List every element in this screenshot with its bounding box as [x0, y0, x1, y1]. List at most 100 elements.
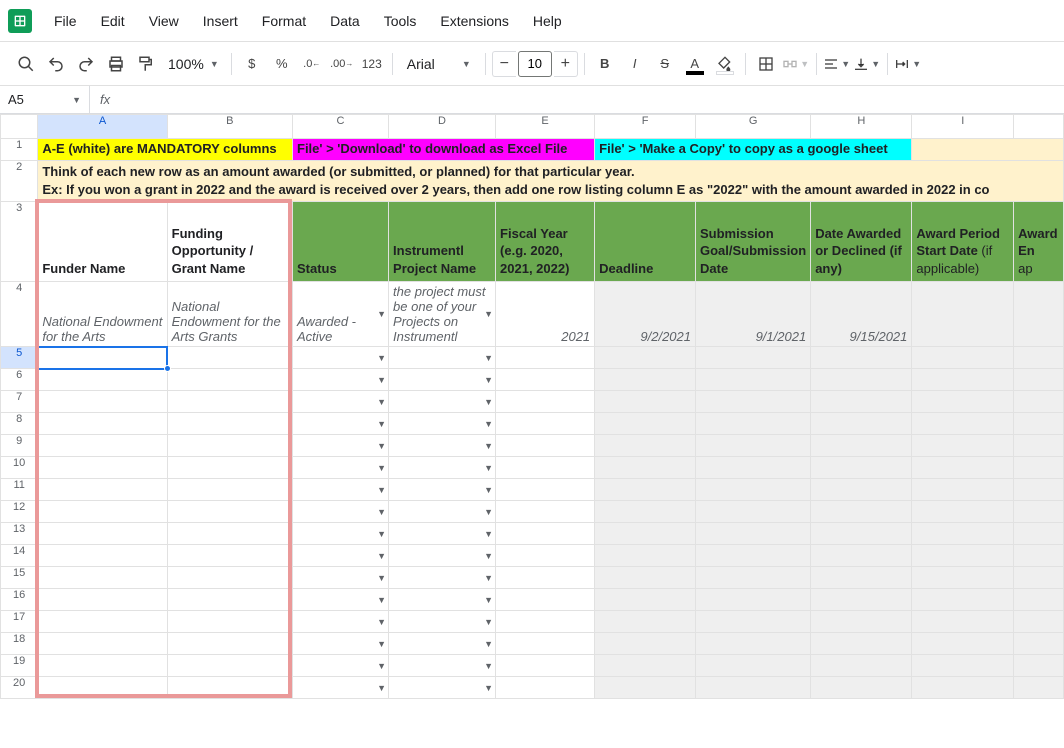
cell[interactable] — [38, 435, 167, 457]
menu-data[interactable]: Data — [320, 7, 370, 35]
cell[interactable] — [696, 479, 811, 501]
dropdown-icon[interactable]: ▼ — [484, 529, 493, 539]
wrap-button[interactable]: ▼ — [894, 50, 922, 78]
cell[interactable] — [595, 633, 696, 655]
cell[interactable] — [811, 655, 912, 677]
cell[interactable]: ▼ — [389, 611, 496, 633]
col-header-E[interactable]: E — [496, 115, 595, 139]
header-funder-name[interactable]: Funder Name — [38, 202, 167, 282]
cell[interactable] — [38, 611, 167, 633]
cell[interactable]: ▼ — [389, 479, 496, 501]
cell[interactable] — [38, 413, 167, 435]
cell[interactable] — [496, 655, 595, 677]
cell[interactable] — [595, 589, 696, 611]
cell[interactable] — [811, 589, 912, 611]
cell[interactable] — [696, 347, 811, 369]
cell[interactable] — [811, 567, 912, 589]
cell[interactable] — [811, 369, 912, 391]
cell[interactable] — [167, 501, 292, 523]
dropdown-icon[interactable]: ▼ — [377, 463, 386, 473]
cell[interactable] — [912, 501, 1014, 523]
cell[interactable] — [912, 391, 1014, 413]
font-size-input[interactable] — [518, 51, 552, 77]
sheets-logo-icon[interactable] — [8, 9, 32, 33]
cell[interactable] — [595, 479, 696, 501]
dropdown-icon[interactable]: ▼ — [484, 485, 493, 495]
cell[interactable] — [696, 677, 811, 699]
header-date-awarded[interactable]: Date Awarded or Declined (if any) — [811, 202, 912, 282]
cell[interactable] — [38, 479, 167, 501]
dropdown-icon[interactable]: ▼ — [484, 441, 493, 451]
header-submission[interactable]: Submission Goal/Submission Date — [696, 202, 811, 282]
dropdown-icon[interactable]: ▼ — [377, 507, 386, 517]
print-icon[interactable] — [102, 50, 130, 78]
cell[interactable] — [912, 545, 1014, 567]
cell[interactable] — [1014, 501, 1064, 523]
menu-insert[interactable]: Insert — [193, 7, 248, 35]
cell[interactable] — [696, 655, 811, 677]
cell[interactable] — [912, 139, 1064, 161]
cell[interactable]: ▼ — [293, 347, 389, 369]
cell[interactable] — [38, 589, 167, 611]
col-header-A[interactable]: A — [38, 115, 167, 139]
merge-button[interactable]: ▼ — [782, 50, 810, 78]
cell[interactable]: ▼ — [389, 655, 496, 677]
cell[interactable] — [496, 501, 595, 523]
cell-fill-handle[interactable] — [164, 365, 171, 372]
dropdown-icon[interactable]: ▼ — [484, 507, 493, 517]
cell[interactable] — [1014, 633, 1064, 655]
header-deadline[interactable]: Deadline — [595, 202, 696, 282]
cell[interactable] — [696, 633, 811, 655]
row-header-7[interactable]: 7 — [1, 391, 38, 413]
cell[interactable]: ▼ — [293, 567, 389, 589]
row-header-1[interactable]: 1 — [1, 139, 38, 161]
cell[interactable] — [696, 567, 811, 589]
cell[interactable] — [595, 501, 696, 523]
cell[interactable] — [496, 567, 595, 589]
cell[interactable] — [912, 523, 1014, 545]
cell[interactable]: ▼ — [389, 567, 496, 589]
cell[interactable] — [811, 479, 912, 501]
cell[interactable] — [595, 413, 696, 435]
cell[interactable] — [1014, 677, 1064, 699]
cell-I4[interactable] — [912, 282, 1014, 347]
cell[interactable] — [595, 369, 696, 391]
cell[interactable]: ▼ — [293, 369, 389, 391]
cell[interactable] — [811, 391, 912, 413]
cell[interactable] — [811, 501, 912, 523]
cell[interactable] — [912, 347, 1014, 369]
cell-J4[interactable] — [1014, 282, 1064, 347]
text-color-button[interactable]: A — [681, 50, 709, 78]
dropdown-icon[interactable]: ▼ — [484, 551, 493, 561]
cell[interactable] — [38, 655, 167, 677]
col-header-D[interactable]: D — [389, 115, 496, 139]
cell[interactable]: ▼ — [293, 457, 389, 479]
dropdown-icon[interactable]: ▼ — [377, 551, 386, 561]
header-grant-name[interactable]: Funding Opportunity / Grant Name — [167, 202, 292, 282]
cell[interactable] — [811, 611, 912, 633]
cell-C4[interactable]: Awarded - Active▼ — [293, 282, 389, 347]
cell[interactable]: ▼ — [293, 545, 389, 567]
cell[interactable] — [167, 391, 292, 413]
borders-button[interactable] — [752, 50, 780, 78]
cell[interactable] — [167, 523, 292, 545]
row-header-19[interactable]: 19 — [1, 655, 38, 677]
cell[interactable] — [696, 435, 811, 457]
cell[interactable]: ▼ — [293, 413, 389, 435]
cell-G4[interactable]: 9/1/2021 — [696, 282, 811, 347]
cell[interactable] — [167, 457, 292, 479]
align-button[interactable]: ▼ — [823, 50, 851, 78]
col-header-H[interactable]: H — [811, 115, 912, 139]
row-header-5[interactable]: 5 — [1, 347, 38, 369]
dropdown-icon[interactable]: ▼ — [377, 683, 386, 693]
header-award-end[interactable]: Award Enap — [1014, 202, 1064, 282]
cell[interactable] — [167, 413, 292, 435]
header-project[interactable]: Instrumentl Project Name — [389, 202, 496, 282]
cell[interactable] — [167, 655, 292, 677]
col-header-G[interactable]: G — [696, 115, 811, 139]
font-size-increase[interactable]: + — [554, 51, 578, 77]
cell[interactable] — [1014, 545, 1064, 567]
undo-icon[interactable] — [42, 50, 70, 78]
row-header-9[interactable]: 9 — [1, 435, 38, 457]
cell[interactable] — [696, 457, 811, 479]
